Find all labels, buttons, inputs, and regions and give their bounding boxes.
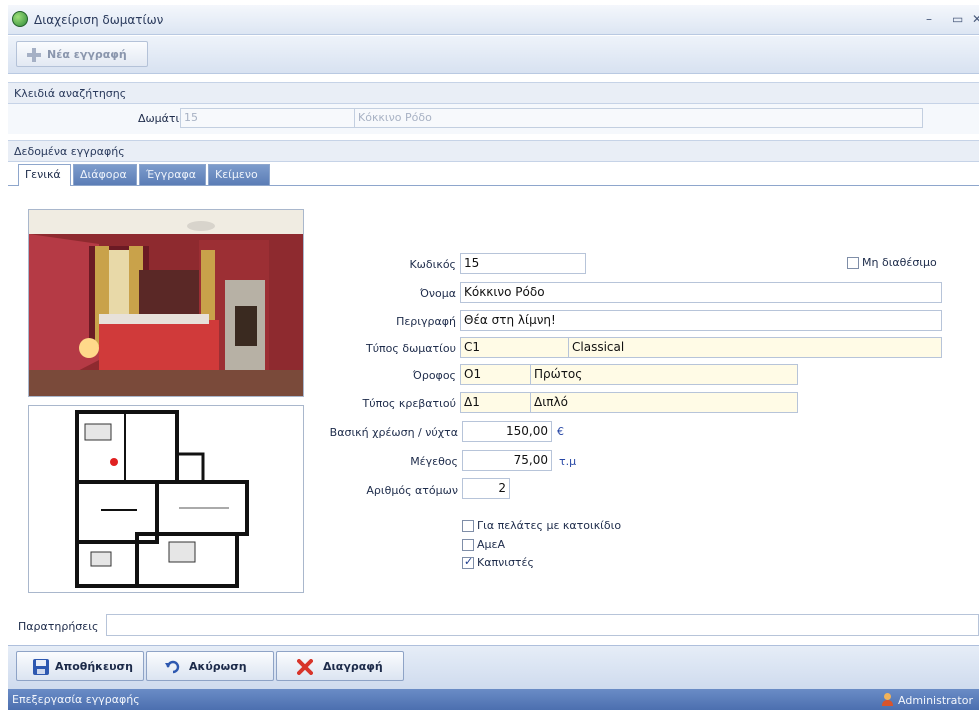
description-label: Περιγραφή [396,315,456,328]
current-user-name: Administrator [898,694,973,707]
disabled-access-checkbox[interactable]: ΑμεΑ [462,538,505,551]
plus-icon [27,48,41,62]
pets-checkbox[interactable]: Για πελάτες με κατοικίδιο [462,519,621,532]
new-record-label: Νέα εγγραφή [47,48,127,61]
tab-documents[interactable]: Έγγραφα [139,164,206,185]
floor-plan-image [71,410,259,590]
room-photo-image [29,210,303,396]
record-data-header: Δεδομένα εγγραφής [8,140,979,162]
close-button[interactable]: ✕ [972,12,979,26]
delete-button[interactable]: Διαγραφή [276,651,404,681]
floor-label: Όροφος [412,369,456,382]
bed-type-code-field[interactable]: Δ1 [460,392,532,413]
code-label: Κωδικός [409,258,456,271]
unavailable-checkbox[interactable]: Μη διαθέσιμο [847,256,937,269]
notes-field[interactable] [106,614,979,636]
pets-label: Για πελάτες με κατοικίδιο [477,519,622,532]
floor-name-field[interactable]: Πρώτος [530,364,798,385]
disabled-access-checkbox-box[interactable] [462,538,474,551]
search-keys-header: Κλειδιά αναζήτησης [8,82,979,104]
room-photo[interactable] [28,209,304,397]
window-title: Διαχείριση δωματίων [34,13,164,27]
size-unit-label: τ.μ [559,455,577,468]
floor-code-field[interactable]: O1 [460,364,532,385]
status-text: Επεξεργασία εγγραφής [12,693,140,706]
cancel-button[interactable]: Ακύρωση [146,651,274,681]
action-bar: Αποθήκευση Ακύρωση Διαγραφή [8,645,979,689]
unavailable-checkbox-box[interactable] [847,256,859,269]
room-type-code-field[interactable]: C1 [460,337,570,358]
room-type-label: Τύπος δωματίου [365,342,456,355]
maximize-button[interactable]: ▭ [952,12,963,26]
tab-general[interactable]: Γενικά [18,164,71,186]
size-field[interactable]: 75,00 [462,450,552,471]
description-field[interactable]: Θέα στη λίμνη! [460,310,942,331]
status-bar: Επεξεργασία εγγραφής Administrator [8,689,979,710]
tab-text[interactable]: Κείμενο [208,164,270,185]
smokers-label: Καπνιστές [477,556,534,569]
name-label: Όνομα [419,287,456,300]
currency-label: € [557,425,564,438]
unavailable-label: Μη διαθέσιμο [862,256,937,269]
floor-plan[interactable] [28,405,304,593]
bed-type-label: Τύπος κρεβατιού [362,397,456,410]
save-label: Αποθήκευση [55,660,133,673]
bed-type-name-field[interactable]: Διπλό [530,392,798,413]
floppy-disk-icon [33,659,49,675]
base-rate-field[interactable]: 150,00 [462,421,552,442]
delete-label: Διαγραφή [323,660,383,673]
notes-label: Παρατηρήσεις [18,620,99,633]
search-row: Δωμάτιο 15 Κόκκινο Ρόδο [8,104,979,134]
room-code-search-field[interactable]: 15 [180,108,356,128]
smokers-checkbox-box[interactable] [462,555,474,569]
current-user: Administrator [881,693,973,707]
new-record-button[interactable]: Νέα εγγραφή [16,41,148,67]
persons-field[interactable]: 2 [462,478,510,499]
size-label: Μέγεθος [410,455,458,468]
room-name-search-field[interactable]: Κόκκινο Ρόδο [354,108,923,128]
room-search-label: Δωμάτιο [137,112,186,125]
persons-label: Αριθμός ατόμων [366,484,458,497]
disabled-access-label: ΑμεΑ [477,538,505,551]
room-type-name-field[interactable]: Classical [568,337,942,358]
toolbar: Νέα εγγραφή [8,36,979,74]
save-button[interactable]: Αποθήκευση [16,651,144,681]
app-globe-icon [12,11,28,27]
window-titlebar: Διαχείριση δωματίων – ▭ ✕ [8,5,979,35]
user-icon [881,693,894,706]
code-field[interactable]: 15 [460,253,586,274]
delete-x-icon [297,659,313,675]
name-field[interactable]: Κόκκινο Ρόδο [460,282,942,303]
smokers-checkbox[interactable]: Καπνιστές [462,555,534,569]
undo-arrow-icon [165,660,180,674]
base-rate-label: Βασική χρέωση / νύχτα [329,426,458,439]
tab-misc[interactable]: Διάφορα [73,164,137,185]
pets-checkbox-box[interactable] [462,519,474,532]
cancel-label: Ακύρωση [189,660,247,673]
minimize-button[interactable]: – [926,12,932,26]
